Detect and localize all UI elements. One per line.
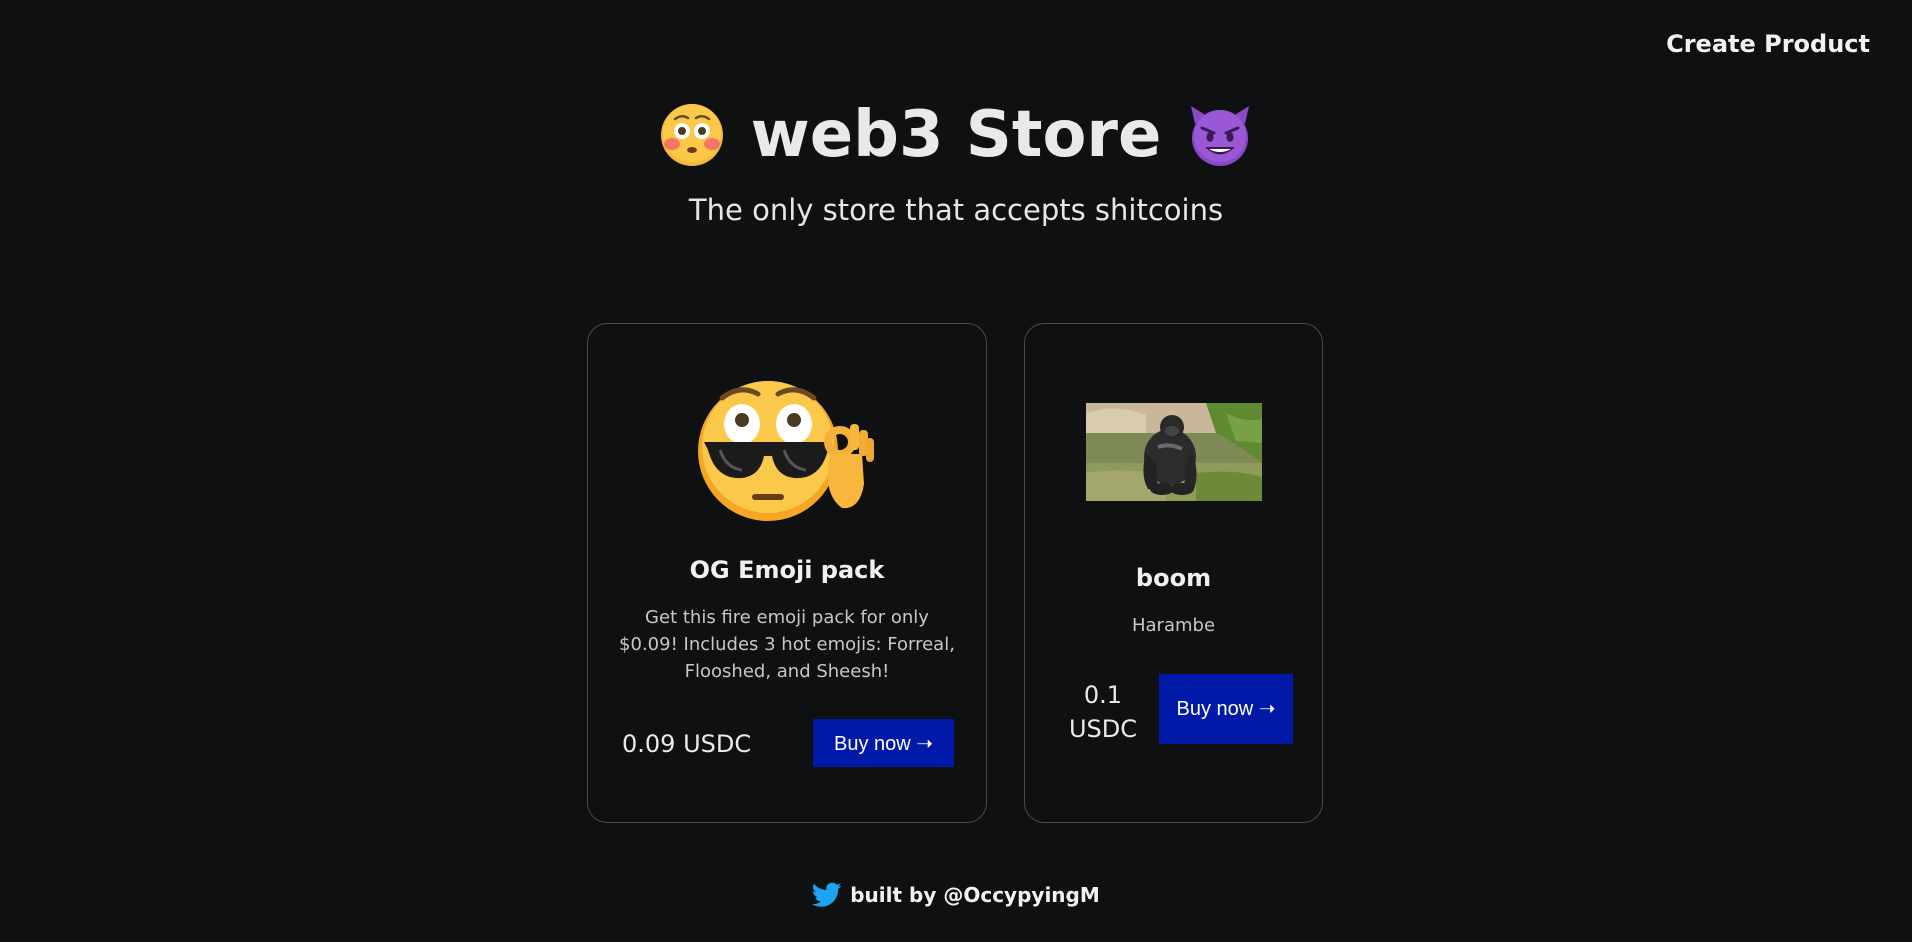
twitter-icon[interactable] bbox=[812, 882, 842, 908]
gorilla-photo bbox=[1086, 403, 1262, 501]
buy-now-button[interactable]: Buy now ➝ bbox=[1159, 674, 1293, 744]
buy-now-button[interactable]: Buy now ➝ bbox=[813, 719, 954, 767]
footer: built by @OccypyingM bbox=[0, 882, 1912, 908]
product-name: OG Emoji pack bbox=[689, 556, 885, 584]
footer-author-link[interactable]: built by @OccypyingM bbox=[850, 883, 1100, 907]
header: web3 Store The only store that accepts s… bbox=[0, 95, 1912, 227]
cool-face-ok-hand-icon bbox=[698, 381, 874, 521]
product-description: Harambe bbox=[1131, 615, 1216, 636]
product-price: 0.09 USDC bbox=[622, 730, 752, 758]
smiling-devil-icon bbox=[1191, 106, 1250, 166]
product-price: 0.1 USDC bbox=[1068, 681, 1138, 743]
product-name: boom bbox=[1135, 564, 1212, 592]
page-title: web3 Store bbox=[750, 98, 1162, 172]
page: Create Product web3 Store The only store… bbox=[0, 0, 1912, 942]
product-description: Get this fire emoji pack for only $0.09!… bbox=[619, 607, 955, 682]
product-card: OG Emoji pack Get this fire emoji pack f… bbox=[587, 323, 987, 823]
flushed-face-icon bbox=[660, 104, 723, 166]
product-card: boom Harambe 0.1 USDC Buy now ➝ bbox=[1024, 323, 1323, 823]
create-product-link[interactable]: Create Product bbox=[1666, 30, 1870, 58]
title-row: web3 Store bbox=[0, 95, 1912, 175]
page-subtitle: The only store that accepts shitcoins bbox=[688, 193, 1224, 227]
